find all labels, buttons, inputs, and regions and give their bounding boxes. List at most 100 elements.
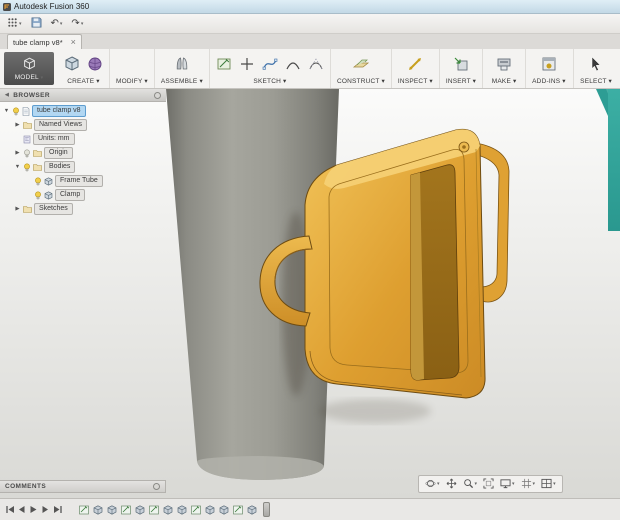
joint-icon[interactable]: [174, 56, 190, 72]
ribbon-group-sketch[interactable]: SKETCH ▾: [208, 49, 330, 88]
nav-grid-settings-button[interactable]: ▾: [519, 477, 538, 492]
browser-item-units-mm[interactable]: Units: mm: [0, 132, 166, 146]
timeline-feature-icon[interactable]: [161, 503, 174, 516]
timeline-sketch-icon[interactable]: [119, 503, 132, 516]
ribbon-group-label: INSPECT ▾: [397, 78, 433, 85]
timeline-feature-icon[interactable]: [133, 503, 146, 516]
go-to-start-button[interactable]: [4, 503, 15, 516]
browser-item-tube-clamp-v8[interactable]: ▼ tube clamp v8: [0, 104, 166, 118]
timeline-sketch-icon[interactable]: [77, 503, 90, 516]
ribbon-group-add-ins[interactable]: ADD-INS ▾: [525, 49, 572, 88]
arc-icon[interactable]: [285, 56, 301, 72]
timeline-feature-icon[interactable]: [245, 503, 258, 516]
close-tab-icon[interactable]: ×: [71, 38, 76, 47]
ribbon-group-modify[interactable]: MODIFY ▾: [109, 49, 154, 88]
nav-zoom-button[interactable]: ▾: [461, 477, 480, 492]
timeline-sketch-icon[interactable]: [231, 503, 244, 516]
comments-bar[interactable]: COMMENTS: [0, 480, 166, 493]
tree-item-label[interactable]: Origin: [44, 147, 73, 159]
insert-icon[interactable]: [453, 56, 469, 72]
timeline-sketch-icon[interactable]: [189, 503, 202, 516]
browser-item-clamp[interactable]: Clamp: [0, 188, 166, 202]
browser-header[interactable]: ◀ BROWSER: [0, 89, 166, 102]
folder-icon: [23, 121, 32, 129]
expander-icon[interactable]: ▼: [14, 164, 21, 170]
browser-item-frame-tube[interactable]: Frame Tube: [0, 174, 166, 188]
panel-collapse-icon[interactable]: ◀: [5, 92, 9, 98]
ribbon-group-label: CREATE ▾: [67, 78, 100, 85]
save-button[interactable]: [28, 16, 45, 32]
make-icon[interactable]: [496, 56, 512, 72]
title-bar: Autodesk Fusion 360: [0, 0, 620, 14]
tree-item-label[interactable]: Frame Tube: [55, 175, 103, 187]
sketch-icon[interactable]: [216, 56, 232, 72]
timeline-feature-icon[interactable]: [217, 503, 230, 516]
ribbon-group-construct[interactable]: CONSTRUCT ▾: [329, 49, 391, 88]
dropdown-caret-icon: ▾: [474, 481, 478, 487]
ribbon-group-make[interactable]: MAKE ▾: [482, 49, 525, 88]
expander-icon[interactable]: ▶: [14, 206, 21, 212]
bulb-icon[interactable]: [23, 163, 31, 172]
step-forward-button[interactable]: [40, 503, 51, 516]
timeline-position-marker[interactable]: [263, 502, 270, 517]
redo-button[interactable]: ↷ ▾: [68, 18, 86, 30]
ribbon-group-label: INSERT ▾: [445, 78, 477, 85]
select-icon[interactable]: [588, 56, 604, 72]
timeline-bar: [0, 498, 620, 520]
viewport: ◀ BROWSER ▼ tube clamp v8 ▶ Named Views Unit…: [0, 89, 620, 498]
point-icon[interactable]: [239, 56, 255, 72]
form-icon[interactable]: [87, 56, 103, 72]
nav-viewports-button[interactable]: ▾: [539, 477, 558, 492]
browser-item-sketches[interactable]: ▶ Sketches: [0, 202, 166, 216]
comments-options-icon[interactable]: [153, 483, 160, 490]
browser-item-origin[interactable]: ▶ Origin: [0, 146, 166, 160]
ribbon-group-select[interactable]: SELECT ▾: [573, 49, 618, 88]
tree-item-label[interactable]: Units: mm: [33, 133, 75, 145]
workspace-selector[interactable]: MODEL ▾: [4, 52, 54, 85]
step-back-button[interactable]: [16, 503, 27, 516]
go-to-end-button[interactable]: [52, 503, 63, 516]
tree-item-label[interactable]: Sketches: [34, 203, 73, 215]
timeline-feature-icon[interactable]: [175, 503, 188, 516]
spline-icon[interactable]: [262, 56, 278, 72]
document-tab[interactable]: tube clamp v8* ×: [7, 34, 82, 49]
desktop-background-artifact: [608, 89, 620, 231]
tree-item-label[interactable]: Named Views: [34, 119, 88, 131]
undo-button[interactable]: ↶ ▾: [48, 18, 66, 30]
ribbon-group-insert[interactable]: INSERT ▾: [438, 49, 482, 88]
ribbon-group-inspect[interactable]: INSPECT ▾: [390, 49, 439, 88]
browser-item-bodies[interactable]: ▼ Bodies: [0, 160, 166, 174]
panel-options-icon[interactable]: [154, 91, 161, 99]
play-button[interactable]: [28, 503, 39, 516]
timeline-feature-icon[interactable]: [203, 503, 216, 516]
body-icon: [44, 190, 53, 200]
timeline-sketch-icon[interactable]: [147, 503, 160, 516]
nav-orbit-button[interactable]: ▾: [423, 477, 442, 492]
timeline-feature-icon[interactable]: [91, 503, 104, 516]
expander-icon[interactable]: ▶: [14, 122, 21, 128]
nav-fit-button[interactable]: [481, 477, 496, 492]
plane-icon[interactable]: [352, 56, 369, 72]
expander-icon[interactable]: ▼: [3, 108, 10, 114]
tree-item-label[interactable]: tube clamp v8: [32, 105, 86, 117]
app-menu-button[interactable]: ▾: [4, 16, 25, 32]
expander-icon[interactable]: ▶: [14, 150, 21, 156]
ribbon-group-assemble[interactable]: ASSEMBLE ▾: [153, 49, 209, 88]
nav-display-settings-button[interactable]: ▾: [498, 477, 517, 492]
bulb-icon[interactable]: [34, 177, 42, 186]
browser-item-named-views[interactable]: ▶ Named Views: [0, 118, 166, 132]
nav-pan-button[interactable]: [444, 477, 459, 492]
measure-icon[interactable]: [407, 56, 423, 72]
tree-item-label[interactable]: Clamp: [55, 189, 86, 201]
bulb-off-icon[interactable]: [23, 149, 31, 158]
ribbon-group-create[interactable]: CREATE ▾: [58, 49, 109, 88]
conic-icon[interactable]: [308, 56, 324, 72]
bulb-icon[interactable]: [12, 107, 20, 116]
tree-item-label[interactable]: Bodies: [44, 161, 76, 173]
bulb-icon[interactable]: [34, 191, 42, 200]
fit-icon: [483, 477, 494, 491]
timeline-feature-icon[interactable]: [105, 503, 118, 516]
addins-icon[interactable]: [541, 56, 557, 72]
save-icon: [31, 17, 42, 31]
box-icon[interactable]: [64, 56, 80, 72]
